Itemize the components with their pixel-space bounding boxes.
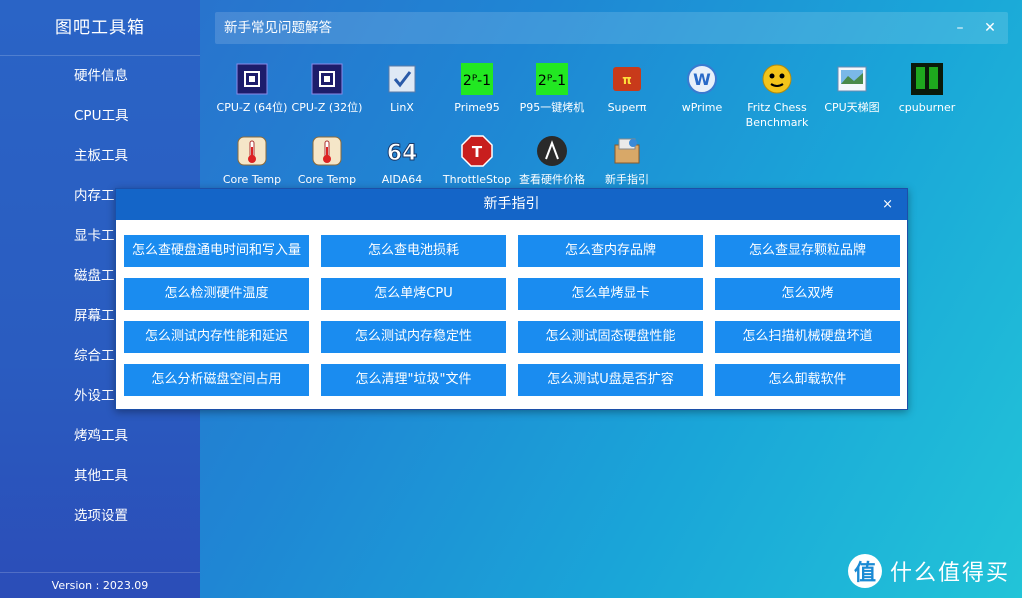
tool-throttlestop[interactable]: T ThrottleStop <box>439 134 515 187</box>
faq-uninstall-button[interactable]: 怎么卸载软件 <box>715 364 900 396</box>
tool-core-temp-1[interactable]: Core Temp <box>214 134 290 187</box>
tool-cpu-ladder[interactable]: CPU天梯图 <box>814 62 890 115</box>
sidebar-item-other-tools[interactable]: 其他工具 <box>0 456 200 496</box>
tool-prime95[interactable]: 2ᴾ-1 Prime95 <box>439 62 515 115</box>
prime95-icon: 2ᴾ-1 <box>535 62 569 96</box>
sidebar-item-settings[interactable]: 选项设置 <box>0 496 200 536</box>
faq-usb-capacity-button[interactable]: 怎么测试U盘是否扩容 <box>518 364 703 396</box>
sidebar-item-hardware-info[interactable]: 硬件信息 <box>0 56 200 96</box>
version-label: Version : 2023.09 <box>0 572 200 598</box>
throttlestop-icon: T <box>460 134 494 168</box>
sidebar-item-motherboard-tools[interactable]: 主板工具 <box>0 136 200 176</box>
app-title: 图吧工具箱 <box>0 0 200 56</box>
dialog-header: 新手指引 × <box>116 189 907 220</box>
sidebar-item-cpu-tools[interactable]: CPU工具 <box>0 96 200 136</box>
content-header: 新手常见问题解答 – ✕ <box>215 12 1008 44</box>
wprime-icon: W <box>685 62 719 96</box>
minimize-button[interactable]: – <box>945 12 975 44</box>
faq-memory-stability-button[interactable]: 怎么测试内存稳定性 <box>321 321 506 353</box>
faq-cpu-stress-button[interactable]: 怎么单烤CPU <box>321 278 506 310</box>
faq-disk-power-on-hours-button[interactable]: 怎么查硬盘通电时间和写入量 <box>124 235 309 267</box>
faq-hardware-temp-button[interactable]: 怎么检测硬件温度 <box>124 278 309 310</box>
close-button[interactable]: ✕ <box>975 12 1005 44</box>
tool-fritz-chess[interactable]: Fritz Chess Benchmark <box>739 62 815 130</box>
tool-p95-oneclick[interactable]: 2ᴾ-1 P95一键烤机 <box>514 62 590 115</box>
beginner-guide-dialog: 新手指引 × 怎么查硬盘通电时间和写入量 怎么查电池损耗 怎么查内存品牌 怎么查… <box>115 188 908 410</box>
faq-gpu-stress-button[interactable]: 怎么单烤显卡 <box>518 278 703 310</box>
svg-text:W: W <box>693 70 711 89</box>
faq-disk-usage-button[interactable]: 怎么分析磁盘空间占用 <box>124 364 309 396</box>
fritz-chess-icon <box>760 62 794 96</box>
ladder-chart-icon <box>835 62 869 96</box>
svg-text:T: T <box>472 143 483 161</box>
svg-text:2ᴾ-1: 2ᴾ-1 <box>538 73 566 89</box>
dialog-close-button[interactable]: × <box>882 189 893 220</box>
smzdm-watermark: 值 什么值得买 <box>847 554 1010 588</box>
cpu-z-icon <box>235 62 269 96</box>
faq-vram-brand-button[interactable]: 怎么查显存颗粒品牌 <box>715 235 900 267</box>
watermark-text: 什么值得买 <box>889 561 1010 586</box>
faq-hdd-bad-sectors-button[interactable]: 怎么扫描机械硬盘坏道 <box>715 321 900 353</box>
faq-memory-performance-button[interactable]: 怎么测试内存性能和延迟 <box>124 321 309 353</box>
thermometer-icon <box>235 134 269 168</box>
guide-icon <box>610 134 644 168</box>
faq-ssd-performance-button[interactable]: 怎么测试固态硬盘性能 <box>518 321 703 353</box>
tool-hardware-price[interactable]: 查看硬件价格 <box>514 134 590 187</box>
prime95-icon: 2ᴾ-1 <box>460 62 494 96</box>
sidebar-item-stress-tools[interactable]: 烤鸡工具 <box>0 416 200 456</box>
price-icon <box>535 134 569 168</box>
cpuburner-icon <box>910 62 944 96</box>
thermometer-icon <box>310 134 344 168</box>
faq-clean-junk-button[interactable]: 怎么清理"垃圾"文件 <box>321 364 506 396</box>
tool-beginner-guide[interactable]: 新手指引 <box>589 134 665 187</box>
tool-cpuz-32[interactable]: CPU-Z (32位) <box>289 62 365 115</box>
linx-icon <box>385 62 419 96</box>
faq-memory-brand-button[interactable]: 怎么查内存品牌 <box>518 235 703 267</box>
svg-text:2ᴾ-1: 2ᴾ-1 <box>463 73 491 89</box>
smzdm-logo-icon: 值 <box>847 554 882 588</box>
svg-text:64: 64 <box>387 141 418 166</box>
header-title: 新手常见问题解答 <box>224 20 332 36</box>
tool-cpuburner[interactable]: cpuburner <box>889 62 965 115</box>
tool-aida64[interactable]: 64 AIDA64 <box>364 134 440 187</box>
tool-core-temp-2[interactable]: Core Temp <box>289 134 365 187</box>
tool-superpi[interactable]: π Superπ <box>589 62 665 115</box>
faq-button-grid: 怎么查硬盘通电时间和写入量 怎么查电池损耗 怎么查内存品牌 怎么查显存颗粒品牌 … <box>124 235 900 396</box>
faq-dual-stress-button[interactable]: 怎么双烤 <box>715 278 900 310</box>
tool-wprime[interactable]: W wPrime <box>664 62 740 115</box>
aida64-icon: 64 <box>385 134 419 168</box>
faq-battery-wear-button[interactable]: 怎么查电池损耗 <box>321 235 506 267</box>
svg-text:π: π <box>622 73 632 87</box>
superpi-icon: π <box>610 62 644 96</box>
tool-linx[interactable]: LinX <box>364 62 440 115</box>
dialog-title: 新手指引 <box>483 196 540 212</box>
cpu-z-icon <box>310 62 344 96</box>
tool-cpuz-64[interactable]: CPU-Z (64位) <box>214 62 290 115</box>
